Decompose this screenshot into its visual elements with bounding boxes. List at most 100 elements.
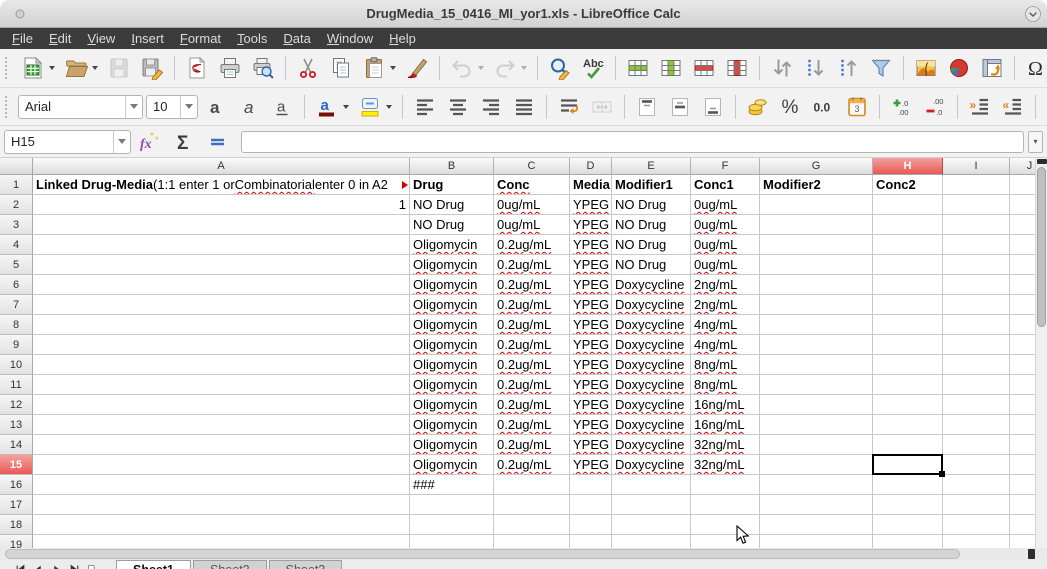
menu-data[interactable]: Data: [275, 30, 318, 47]
menu-file[interactable]: File: [4, 30, 41, 47]
cell-C8[interactable]: 0.2ug/mL: [494, 315, 570, 335]
cell-D15[interactable]: YPEG: [570, 455, 612, 475]
cell-C19[interactable]: [494, 535, 570, 548]
cell-G13[interactable]: [760, 415, 873, 435]
cell-I17[interactable]: [943, 495, 1010, 515]
cell-E18[interactable]: [612, 515, 691, 535]
cell-G12[interactable]: [760, 395, 873, 415]
cell-C11[interactable]: 0.2ug/mL: [494, 375, 570, 395]
font-size-combobox[interactable]: 10: [146, 95, 198, 119]
cell-J17[interactable]: [1010, 495, 1035, 515]
bold-button[interactable]: a: [201, 92, 231, 122]
menu-help[interactable]: Help: [381, 30, 424, 47]
add-sheet-button[interactable]: [84, 561, 100, 569]
cell-D4[interactable]: YPEG: [570, 235, 612, 255]
cell-H11[interactable]: [873, 375, 943, 395]
cell-F18[interactable]: [691, 515, 760, 535]
row-header-1[interactable]: 1: [0, 175, 33, 195]
insert-image-button[interactable]: [911, 53, 941, 83]
cell-F13[interactable]: 16ng/mL: [691, 415, 760, 435]
cell-E17[interactable]: [612, 495, 691, 515]
cell-F2[interactable]: 0ug/mL: [691, 195, 760, 215]
cell-E9[interactable]: Doxycycline: [612, 335, 691, 355]
cell-F9[interactable]: 4ng/mL: [691, 335, 760, 355]
clone-formatting-button[interactable]: [402, 53, 432, 83]
cell-E11[interactable]: Doxycycline: [612, 375, 691, 395]
cell-I19[interactable]: [943, 535, 1010, 548]
cell-G6[interactable]: [760, 275, 873, 295]
cell-B12[interactable]: Oligomycin: [410, 395, 494, 415]
cell-H19[interactable]: [873, 535, 943, 548]
cell-D7[interactable]: YPEG: [570, 295, 612, 315]
spelling-button[interactable]: Abc: [578, 53, 608, 83]
first-sheet-button[interactable]: [12, 561, 28, 569]
cell-G4[interactable]: [760, 235, 873, 255]
decrease-indent-button[interactable]: «: [998, 92, 1028, 122]
cell-J3[interactable]: [1010, 215, 1035, 235]
justify-button[interactable]: [509, 92, 539, 122]
cell-F7[interactable]: 2ng/mL: [691, 295, 760, 315]
column-header-E[interactable]: E: [612, 158, 691, 175]
cell-I3[interactable]: [943, 215, 1010, 235]
menu-format[interactable]: Format: [172, 30, 229, 47]
cell-I8[interactable]: [943, 315, 1010, 335]
cell-C10[interactable]: 0.2ug/mL: [494, 355, 570, 375]
new-document-button[interactable]: [18, 53, 58, 83]
cell-D6[interactable]: YPEG: [570, 275, 612, 295]
cell-F5[interactable]: 0ug/mL: [691, 255, 760, 275]
cell-H15[interactable]: [873, 455, 943, 475]
cell-I7[interactable]: [943, 295, 1010, 315]
cell-J18[interactable]: [1010, 515, 1035, 535]
cell-F12[interactable]: 16ng/mL: [691, 395, 760, 415]
save-as-button[interactable]: [137, 53, 167, 83]
cell-E6[interactable]: Doxycycline: [612, 275, 691, 295]
cell-H13[interactable]: [873, 415, 943, 435]
cell-G8[interactable]: [760, 315, 873, 335]
cell-H5[interactable]: [873, 255, 943, 275]
cell-J15[interactable]: [1010, 455, 1035, 475]
cell-F4[interactable]: 0ug/mL: [691, 235, 760, 255]
font-size-dropdown[interactable]: [180, 96, 197, 118]
cell-I13[interactable]: [943, 415, 1010, 435]
cell-H2[interactable]: [873, 195, 943, 215]
cell-F8[interactable]: 4ng/mL: [691, 315, 760, 335]
cell-H14[interactable]: [873, 435, 943, 455]
cell-F14[interactable]: 32ng/mL: [691, 435, 760, 455]
cut-button[interactable]: [293, 53, 323, 83]
cell-H3[interactable]: [873, 215, 943, 235]
row-header-19[interactable]: 19: [0, 535, 33, 548]
sort-ascending-button[interactable]: [833, 53, 863, 83]
cell-B16[interactable]: ###: [410, 475, 494, 495]
cell-E7[interactable]: Doxycycline: [612, 295, 691, 315]
cell-E13[interactable]: Doxycycline: [612, 415, 691, 435]
cell-H18[interactable]: [873, 515, 943, 535]
cell-I14[interactable]: [943, 435, 1010, 455]
row-header-3[interactable]: 3: [0, 215, 33, 235]
column-header-C[interactable]: C: [494, 158, 570, 175]
cell-G18[interactable]: [760, 515, 873, 535]
special-character-button[interactable]: Ω: [1022, 53, 1047, 83]
add-decimal-button[interactable]: .0.00: [887, 92, 917, 122]
cell-D2[interactable]: YPEG: [570, 195, 612, 215]
cell-J19[interactable]: [1010, 535, 1035, 548]
cell-J4[interactable]: [1010, 235, 1035, 255]
cell-E16[interactable]: [612, 475, 691, 495]
cell-E8[interactable]: Doxycycline: [612, 315, 691, 335]
underline-button[interactable]: a: [267, 92, 297, 122]
cell-B13[interactable]: Oligomycin: [410, 415, 494, 435]
cell-D17[interactable]: [570, 495, 612, 515]
delete-rows-button[interactable]: [689, 53, 719, 83]
cell-C16[interactable]: [494, 475, 570, 495]
save-button[interactable]: [104, 53, 134, 83]
cell-D14[interactable]: YPEG: [570, 435, 612, 455]
cell-J6[interactable]: [1010, 275, 1035, 295]
horizontal-split-handle[interactable]: [1028, 549, 1035, 559]
insert-rows-button[interactable]: [623, 53, 653, 83]
cell-I2[interactable]: [943, 195, 1010, 215]
cell-J9[interactable]: [1010, 335, 1035, 355]
cell-I15[interactable]: [943, 455, 1010, 475]
cell-G14[interactable]: [760, 435, 873, 455]
row-header-15[interactable]: 15: [0, 455, 33, 475]
column-header-D[interactable]: D: [570, 158, 612, 175]
cell-A7[interactable]: [33, 295, 410, 315]
